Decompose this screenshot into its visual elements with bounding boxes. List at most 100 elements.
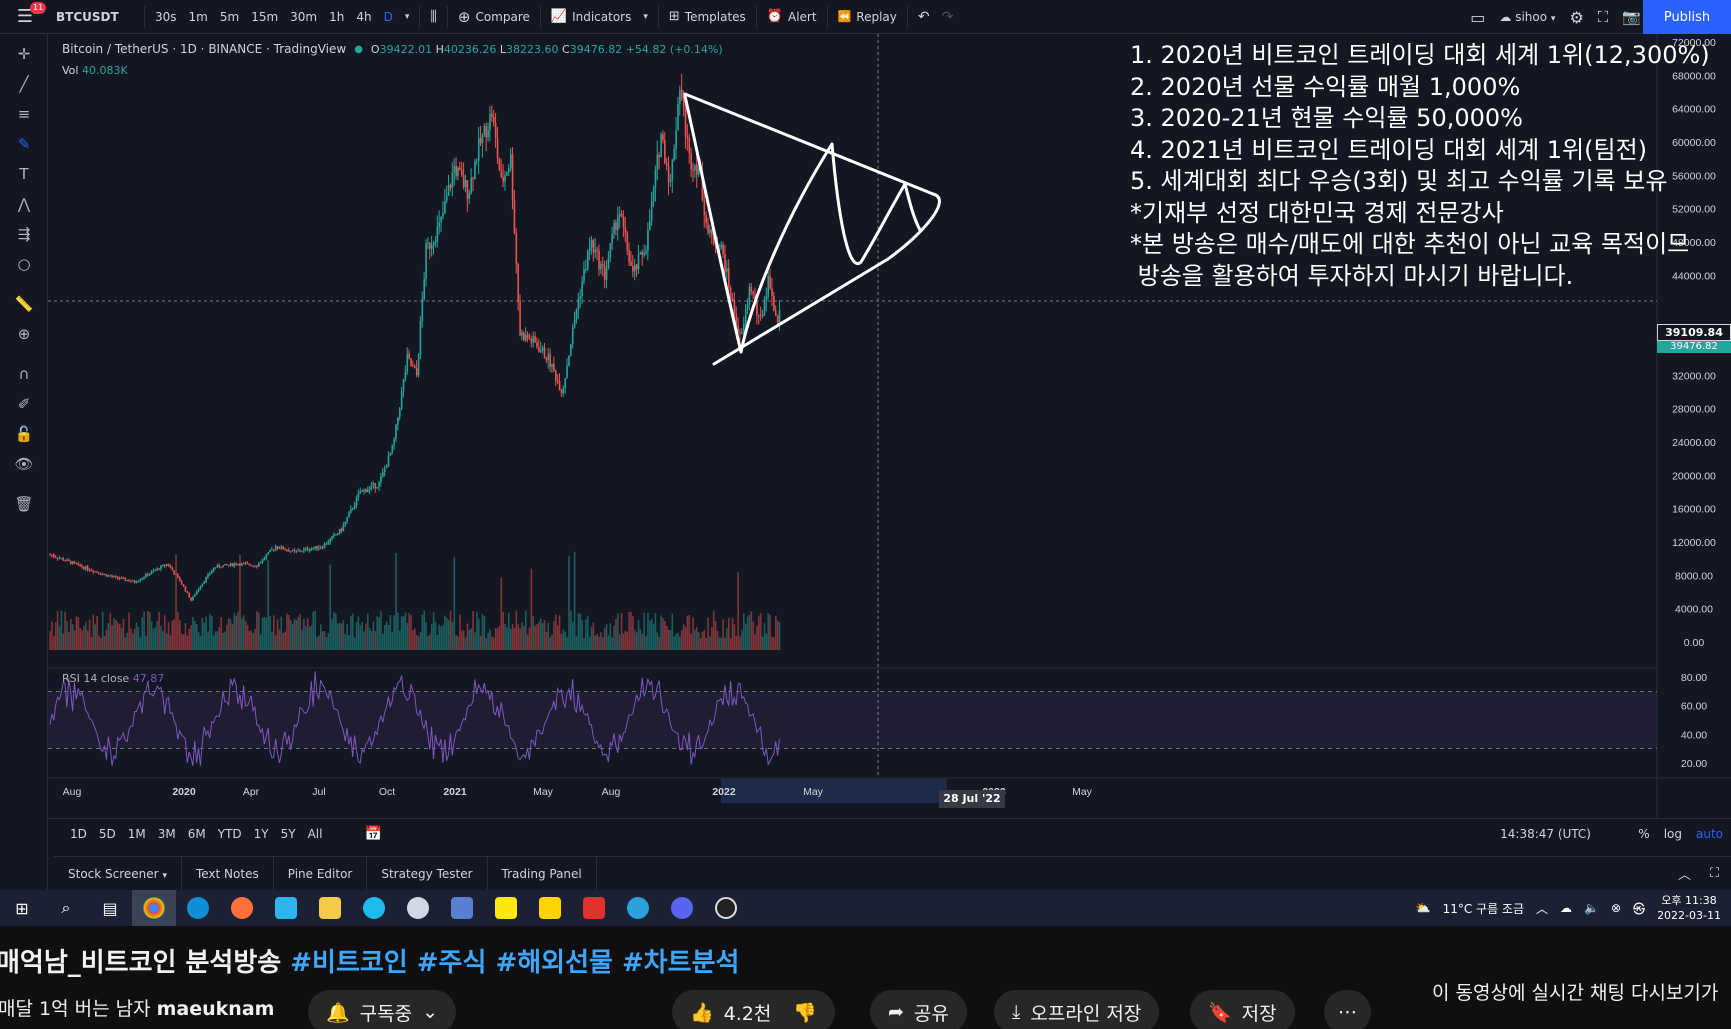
interval-4h[interactable]: 4h: [350, 0, 377, 34]
lock-icon[interactable]: 🔓: [12, 422, 36, 446]
trend-line-icon[interactable]: ╱: [12, 72, 36, 96]
menu-button[interactable]: ☰ 11: [0, 0, 50, 34]
telegram-icon[interactable]: [616, 890, 660, 926]
tab-pine-editor[interactable]: Pine Editor: [274, 856, 368, 890]
alert-button[interactable]: ⏰ Alert: [761, 0, 823, 34]
volume-bar: [69, 618, 72, 650]
save-button[interactable]: 🔖 저장: [1190, 990, 1295, 1029]
weather-text[interactable]: 11°C 구름 조금: [1443, 900, 1524, 917]
ie-icon[interactable]: [352, 890, 396, 926]
sticky-notes-icon[interactable]: [528, 890, 572, 926]
kakaotalk-icon[interactable]: [484, 890, 528, 926]
range-ytd[interactable]: YTD: [212, 827, 248, 841]
gear-icon[interactable]: ⚙: [1569, 8, 1583, 27]
windows-taskbar: ⊞ ⌕ ▤ ⛅ 11°C 구름 조금 ︿ ☁ 🔈 ⊗ ㉿ 오후 11:38 20…: [0, 890, 1731, 926]
prediction-icon[interactable]: ⇶: [12, 222, 36, 246]
interval-30s[interactable]: 30s: [149, 0, 183, 34]
candle-style-icon[interactable]: ⫼: [424, 0, 442, 34]
interval-5m[interactable]: 5m: [214, 0, 245, 34]
subscribe-button[interactable]: 🔔 구독중 ⌄: [308, 990, 457, 1029]
app-icon[interactable]: [572, 890, 616, 926]
firefox-icon[interactable]: [220, 890, 264, 926]
range-6m[interactable]: 6M: [182, 827, 212, 841]
tray-chevron-icon[interactable]: ︿: [1536, 900, 1548, 917]
candle-body: [477, 138, 480, 161]
ime-icon[interactable]: ㉿: [1633, 900, 1645, 917]
windows-start-icon[interactable]: ⊞: [0, 890, 44, 926]
interval-30m[interactable]: 30m: [284, 0, 323, 34]
interval-1h[interactable]: 1h: [323, 0, 350, 34]
task-view-icon[interactable]: ▤: [88, 890, 132, 926]
stay-drawing-icon[interactable]: ✐: [12, 392, 36, 416]
app-icon[interactable]: [396, 890, 440, 926]
symbol-search[interactable]: BTCUSDT: [50, 0, 140, 34]
channel-name[interactable]: 매달 1억 버는 남자 maeuknam: [0, 994, 274, 1021]
auto-toggle[interactable]: auto: [1696, 827, 1723, 841]
trash-icon[interactable]: 🗑: [12, 492, 36, 516]
crosshair-icon[interactable]: ✛: [12, 42, 36, 66]
interval-1m[interactable]: 1m: [183, 0, 214, 34]
fullscreen-icon[interactable]: ⛶: [1598, 8, 1609, 26]
network-icon[interactable]: ☁: [1560, 901, 1572, 915]
templates-button[interactable]: ⊞ Templates: [663, 0, 752, 34]
range-5d[interactable]: 5D: [93, 827, 122, 841]
camera-icon[interactable]: 📷: [1622, 8, 1641, 26]
utc-clock[interactable]: 14:38:47 (UTC): [1500, 827, 1591, 841]
interval-d[interactable]: D: [378, 0, 399, 34]
folder-icon[interactable]: [308, 890, 352, 926]
zoom-in-icon[interactable]: ⊕: [12, 322, 36, 346]
hashtags[interactable]: #비트코인 #주식 #해외선물 #차트분석: [290, 948, 739, 978]
offline-save-button[interactable]: ⤓ 오프라인 저장: [994, 990, 1160, 1029]
publish-button[interactable]: Publish: [1643, 0, 1731, 34]
brush-icon[interactable]: ✎: [12, 132, 36, 156]
range-1y[interactable]: 1Y: [248, 827, 275, 841]
volume-bar: [184, 623, 187, 650]
candle-body: [509, 154, 512, 169]
chevron-down-icon[interactable]: ▾: [399, 0, 416, 34]
overlay-line: *기재부 선정 대한민국 경제 전문강사: [1130, 198, 1504, 227]
close-circle-icon[interactable]: ⊗: [1611, 901, 1621, 915]
like-button[interactable]: 👍 4.2천 👎: [672, 990, 836, 1029]
candle-body: [729, 287, 732, 299]
shapes-icon[interactable]: ○: [12, 252, 36, 276]
calendar-icon[interactable]: 📅: [358, 826, 387, 842]
tab-stock-screener[interactable]: Stock Screener ▾: [54, 856, 182, 890]
volume-icon[interactable]: 🔈: [1584, 901, 1599, 915]
range-all[interactable]: All: [302, 827, 329, 841]
fib-icon[interactable]: ≡: [12, 102, 36, 126]
obs-icon[interactable]: [704, 890, 748, 926]
ruler-icon[interactable]: 📏: [12, 292, 36, 316]
calculator-icon[interactable]: [440, 890, 484, 926]
tab-trading-panel[interactable]: Trading Panel: [488, 856, 597, 890]
layout-icon[interactable]: ▭: [1470, 8, 1485, 27]
tab-strategy-tester[interactable]: Strategy Tester: [367, 856, 488, 890]
range-5y[interactable]: 5Y: [275, 827, 302, 841]
range-1d[interactable]: 1D: [64, 827, 93, 841]
indicators-button[interactable]: 📈 Indicators ▾: [545, 0, 654, 34]
redo-icon[interactable]: ↷: [936, 0, 960, 34]
tab-text-notes[interactable]: Text Notes: [182, 856, 274, 890]
interval-15m[interactable]: 15m: [245, 0, 284, 34]
compare-button[interactable]: ⊕ Compare: [452, 0, 536, 34]
chrome-icon[interactable]: [132, 890, 176, 926]
search-icon[interactable]: ⌕: [44, 890, 88, 926]
collapse-icon[interactable]: ︿: [1678, 864, 1691, 883]
replay-button[interactable]: ⏪ Replay: [832, 0, 903, 34]
system-clock[interactable]: 오후 11:38 2022-03-11: [1657, 893, 1721, 923]
app-icon[interactable]: [264, 890, 308, 926]
eye-icon[interactable]: 👁: [12, 452, 36, 476]
discord-icon[interactable]: [660, 890, 704, 926]
more-button[interactable]: ⋯: [1324, 990, 1371, 1029]
range-1m[interactable]: 1M: [122, 827, 152, 841]
percent-toggle[interactable]: %: [1638, 827, 1649, 841]
log-toggle[interactable]: log: [1664, 827, 1682, 841]
pattern-icon[interactable]: ⋀: [12, 192, 36, 216]
cloud-layout-button[interactable]: ☁ sihoo ▾: [1499, 10, 1555, 24]
maximize-icon[interactable]: ⛶: [1710, 866, 1719, 881]
text-tool-icon[interactable]: T: [12, 162, 36, 186]
undo-icon[interactable]: ↶: [912, 0, 936, 34]
range-3m[interactable]: 3M: [152, 827, 182, 841]
edge-icon[interactable]: [176, 890, 220, 926]
share-button[interactable]: ➦ 공유: [870, 990, 967, 1029]
magnet-icon[interactable]: ∩: [12, 362, 36, 386]
